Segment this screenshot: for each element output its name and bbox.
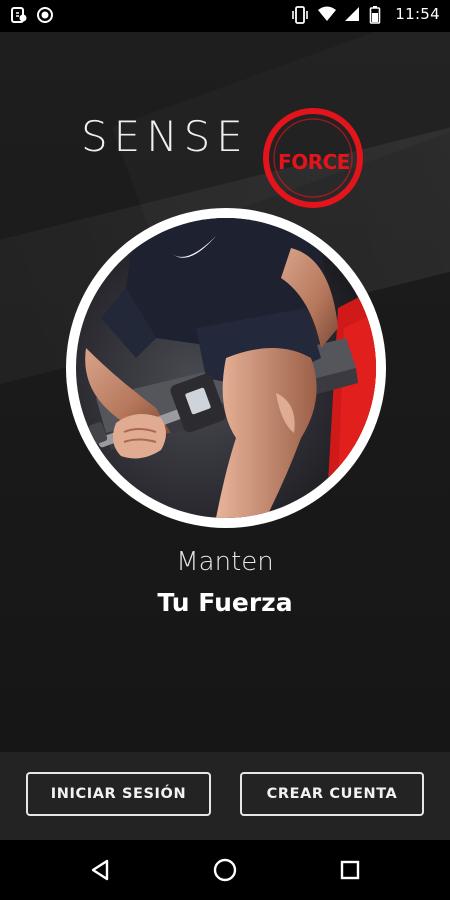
create-account-button[interactable]: CREAR CUENTA	[240, 772, 424, 816]
wifi-icon	[317, 5, 337, 23]
app-screen: 11:54 SENSE FORCE Manten Tu Fuerza INICI…	[0, 0, 450, 900]
vibrate-icon	[291, 5, 309, 24]
record-circle-icon	[36, 6, 54, 24]
home-icon[interactable]	[209, 854, 241, 886]
auth-actions: INICIAR SESIÓN CREAR CUENTA	[0, 752, 450, 840]
person-lifting-dumbbell-photo	[76, 218, 376, 518]
tagline-line-1: Manten	[176, 547, 274, 577]
status-time: 11:54	[395, 5, 440, 23]
tagline-line-2: Tu Fuerza	[157, 588, 293, 617]
bug-report-icon	[10, 6, 28, 24]
recents-icon[interactable]	[334, 854, 366, 886]
battery-icon	[369, 5, 387, 24]
splash-main: SENSE FORCE Manten Tu Fuerza	[0, 32, 450, 752]
logo-sense-text: SENSE	[81, 112, 249, 161]
signal-icon	[343, 5, 361, 23]
logo-force-text: FORCE	[278, 150, 350, 174]
hero-photo	[76, 218, 376, 518]
hero-photo-frame	[66, 208, 386, 528]
app-logo: SENSE FORCE	[78, 104, 378, 214]
status-bar: 11:54	[0, 0, 450, 32]
status-right-icons: 11:54	[291, 5, 440, 24]
back-icon[interactable]	[84, 854, 116, 886]
login-button[interactable]: INICIAR SESIÓN	[26, 772, 211, 816]
status-left-icons	[10, 6, 54, 24]
navigation-bar	[0, 840, 450, 900]
